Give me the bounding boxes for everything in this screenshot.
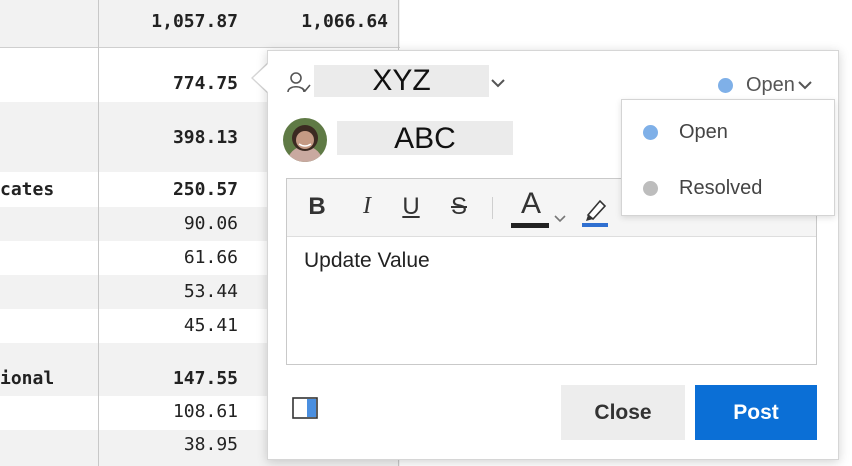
italic-button[interactable]: I	[355, 193, 379, 223]
status-label: Open	[746, 73, 795, 96]
cell-value[interactable]: 90.06	[110, 213, 238, 234]
status-dot	[718, 77, 733, 93]
toolbar-separator	[492, 197, 493, 219]
highlighter-icon	[582, 199, 608, 227]
underline-button[interactable]: U	[399, 193, 423, 223]
status-dot	[643, 124, 658, 140]
status-dot	[643, 180, 658, 196]
status-option-label: Resolved	[679, 176, 763, 199]
cell-value[interactable]: 1,066.64	[258, 11, 388, 32]
font-color-swatch	[511, 223, 549, 228]
status-option-resolved[interactable]: Resolved	[622, 164, 834, 212]
cell-value[interactable]: 398.13	[110, 127, 238, 148]
cell-value[interactable]: 108.61	[110, 401, 238, 422]
cell-value[interactable]: 53.44	[110, 281, 238, 302]
chevron-down-icon[interactable]	[552, 203, 568, 223]
assign-user-icon	[286, 70, 312, 96]
cell-value[interactable]: 147.55	[110, 368, 238, 389]
status-dropdown-menu: Open Resolved	[621, 99, 835, 216]
bold-button[interactable]: B	[305, 193, 329, 223]
row-label[interactable]: ional	[0, 368, 54, 389]
cell-value[interactable]: 38.95	[110, 434, 238, 455]
column-divider	[98, 0, 99, 466]
status-option-open[interactable]: Open	[622, 108, 834, 156]
close-button[interactable]: Close	[561, 385, 685, 440]
status-option-label: Open	[679, 120, 728, 143]
cell-value[interactable]: 774.75	[110, 73, 238, 94]
author-name: ABC	[337, 121, 513, 155]
avatar	[283, 118, 327, 162]
font-color-button[interactable]: A	[511, 187, 551, 228]
cell-value[interactable]: 1,057.87	[110, 11, 238, 32]
popup-pointer-fill	[253, 63, 269, 93]
assignee-field[interactable]: XYZ	[314, 65, 489, 97]
chevron-down-icon[interactable]	[490, 76, 506, 90]
strikethrough-button[interactable]: S	[447, 193, 471, 223]
highlighter-button[interactable]	[579, 193, 611, 227]
comment-body-text[interactable]: Update Value	[304, 249, 430, 273]
row-divider	[0, 47, 400, 48]
cell-value[interactable]: 61.66	[110, 247, 238, 268]
status-dropdown-button[interactable]: Open	[718, 72, 813, 98]
post-button[interactable]: Post	[695, 385, 817, 440]
cell-value[interactable]: 250.57	[110, 179, 238, 200]
cell-value[interactable]: 45.41	[110, 315, 238, 336]
panel-toggle-icon[interactable]	[292, 397, 318, 419]
chevron-down-icon	[797, 78, 813, 92]
font-color-letter: A	[520, 187, 541, 220]
row-label[interactable]: cates	[0, 179, 54, 200]
